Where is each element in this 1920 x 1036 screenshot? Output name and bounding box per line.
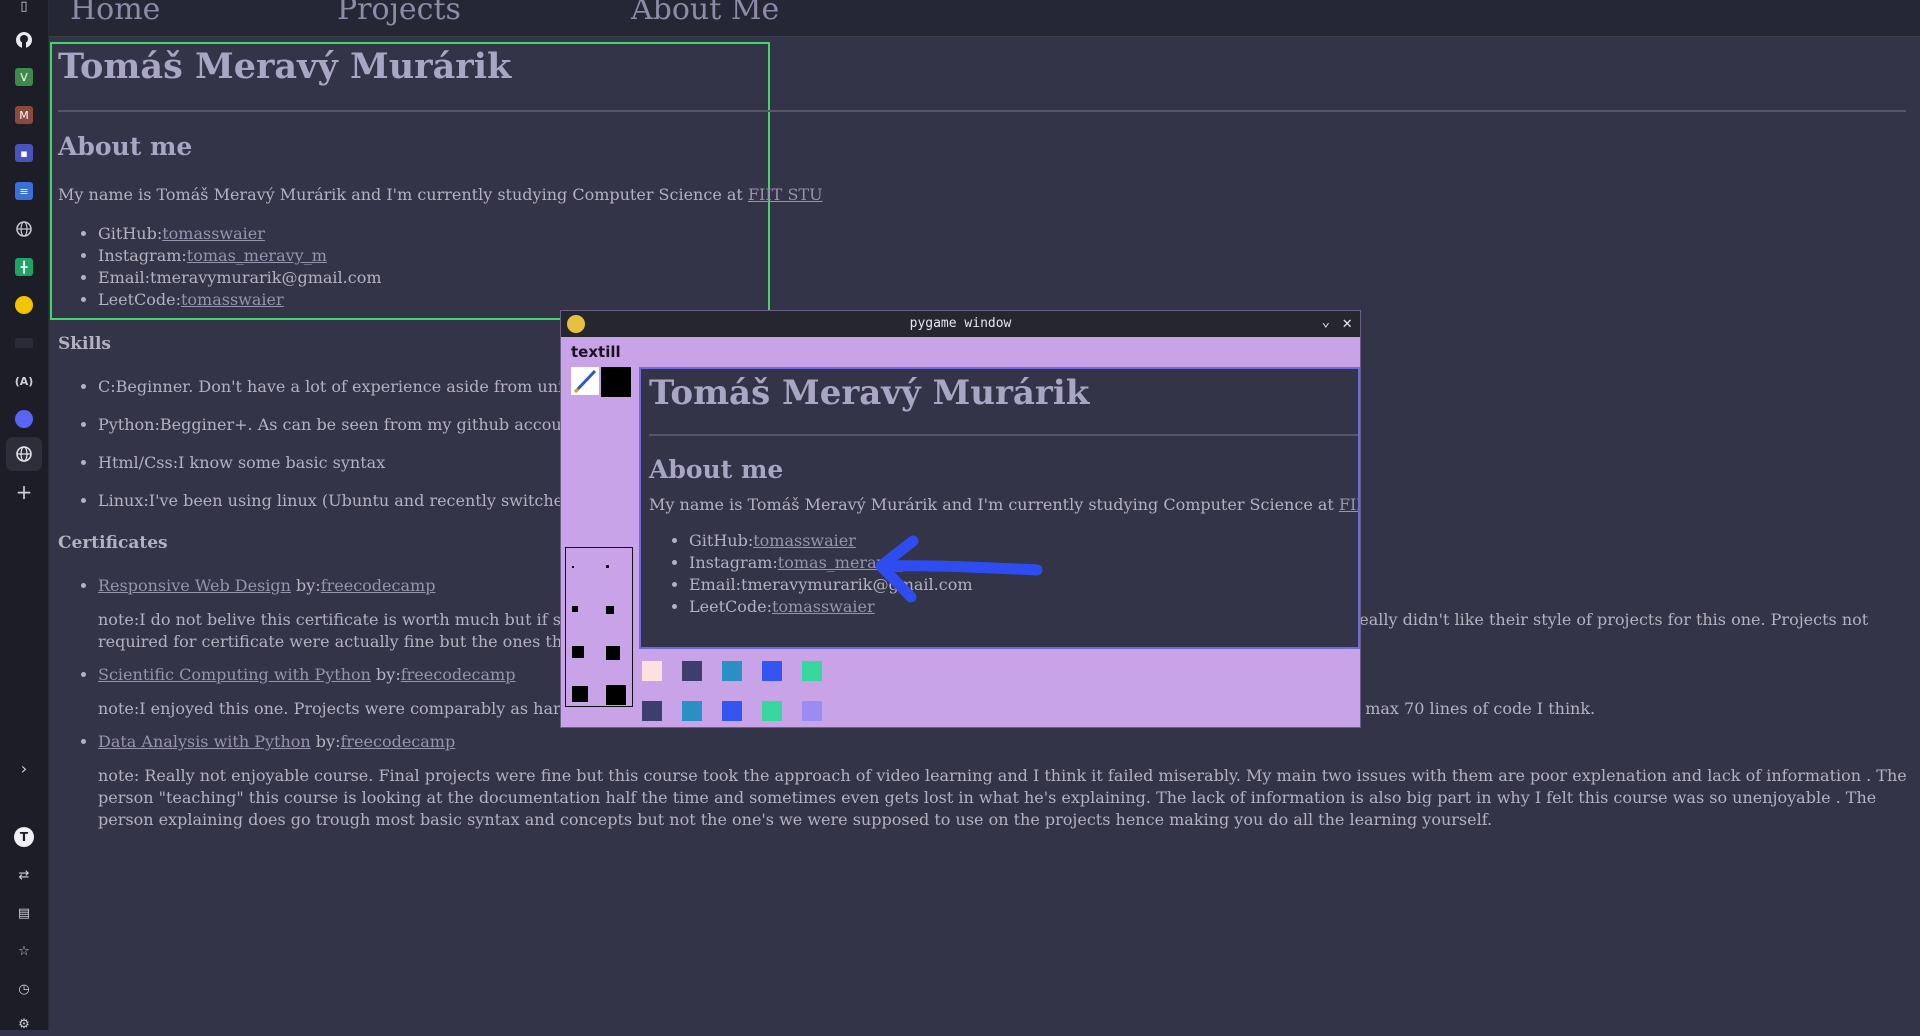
brush-size-2[interactable] [606,565,609,568]
contact-instagram: Instagram:tomas_meravy_m [98,245,382,267]
issuer-link[interactable]: freecodecamp [321,576,436,595]
v-app-icon[interactable]: V [12,65,36,89]
divider [58,110,1906,112]
m-app-letter: M [15,106,33,124]
settings-icon[interactable]: ⚙ [12,1012,36,1036]
about-heading: About me [58,132,193,161]
history-icon[interactable]: ◷ [12,977,36,1001]
palette-swatch-blue-2[interactable] [722,701,742,721]
v-app-letter: V [15,68,33,86]
star-icon[interactable]: ☆ [12,939,36,963]
globe-active-icon[interactable] [12,442,36,466]
nav-projects[interactable]: Projects [337,0,461,27]
profile-letter: T [14,827,34,847]
teams-icon[interactable]: ▪ [12,141,36,165]
swap-icon[interactable]: ⇄ [12,863,36,887]
cert-link[interactable]: Responsive Web Design [98,576,291,595]
github-link[interactable]: tomasswaier [162,224,265,243]
discord-icon[interactable] [12,407,36,431]
expand-icon[interactable]: › [12,756,36,780]
page-title: Tomáš Meravý Murárik [58,46,512,87]
arrow-drawing [875,535,1043,603]
brush-size-panel[interactable] [565,547,633,707]
brush-size-7[interactable] [572,686,588,702]
window-titlebar[interactable]: pygame window ⌄ ✕ [561,311,1360,337]
skill-c: C:Beginner. Don't have a lot of experien… [98,377,603,396]
browser-menu-icon[interactable]: ▯ [12,0,36,18]
window-title: pygame window [909,316,1012,331]
plus-icon[interactable]: + [12,480,36,504]
contact-email: Email:tmeravymurarik@gmail.com [98,267,382,289]
drawing-canvas[interactable]: Tomáš Meravý Murárik About me My name is… [639,367,1360,649]
fiit-stu-link[interactable]: FIIT STU [748,185,823,204]
palette-swatch-lavender[interactable] [802,701,822,721]
palette-swatch-pink[interactable] [642,661,662,681]
palette-swatch-green[interactable] [802,661,822,681]
app-name: textill [571,343,621,361]
cert-data-analysis: Data Analysis with Python by:freecodecam… [98,732,1908,831]
issuer-link[interactable]: freecodecamp [340,732,455,751]
skill-linux: Linux:I've been using linux (Ubuntu and … [98,491,603,510]
ai-icon[interactable]: (A) [12,369,36,393]
minimize-icon[interactable]: ⌄ [1322,314,1330,330]
palette-swatch-navy-2[interactable] [642,701,662,721]
nav-home[interactable]: Home [70,0,160,27]
pen-tool-icon[interactable] [571,367,599,395]
brush-size-8[interactable] [606,685,626,705]
palette-swatch-green-2[interactable] [762,701,782,721]
brush-size-3[interactable] [572,606,578,612]
close-icon[interactable]: ✕ [1342,313,1352,332]
issuer-link[interactable]: freecodecamp [401,665,516,684]
contact-github: GitHub:tomasswaier [98,223,382,245]
brush-size-5[interactable] [572,646,584,658]
palette-swatch-blue[interactable] [762,661,782,681]
browser-sidebar: ▯ V M ▪ ≡ ╋ (A) + › T ⇄ ▤ ☆ ◷ ⚙ [0,0,49,1032]
skills-list: C:Beginner. Don't have a lot of experien… [58,377,603,529]
top-nav: Home Projects About Me [49,0,1920,37]
contact-leetcode: LeetCode:tomasswaier [98,289,382,311]
palette-swatch-navy[interactable] [682,661,702,681]
skills-heading: Skills [58,334,112,354]
certificates-heading: Certificates [58,533,168,553]
dark-app-icon[interactable] [12,331,36,355]
about-text: My name is Tomáš Meravý Murárik and I'm … [58,185,823,204]
palette-swatch-teal-2[interactable] [682,701,702,721]
sidebar-toggle-icon[interactable]: ▤ [12,901,36,925]
brush-size-1[interactable] [572,566,574,568]
brush-size-6[interactable] [606,646,620,660]
skill-html-css: Html/Css:I know some basic syntax [98,453,603,472]
globe-icon[interactable] [12,217,36,241]
contact-list: GitHub:tomasswaier Instagram:tomas_merav… [58,223,382,311]
fill-tool-button[interactable] [601,367,631,397]
yellow-circle-icon[interactable] [12,293,36,317]
docs-icon[interactable]: ≡ [12,179,36,203]
cert-link[interactable]: Data Analysis with Python [98,732,311,751]
github-icon[interactable] [12,28,36,52]
leetcode-link[interactable]: tomasswaier [181,290,284,309]
sheets-icon[interactable]: ╋ [12,255,36,279]
skill-python: Python:Begginer+. As can be seen from my… [98,415,603,434]
brush-size-4[interactable] [606,606,614,614]
palette-swatch-teal[interactable] [722,661,742,681]
nav-about-me[interactable]: About Me [631,0,779,27]
cert-note: note: Really not enjoyable course. Final… [98,766,1907,829]
cert-link[interactable]: Scientific Computing with Python [98,665,371,684]
instagram-link[interactable]: tomas_meravy_m [187,246,327,265]
m-app-icon[interactable]: M [12,103,36,127]
profile-icon[interactable]: T [12,825,36,849]
pygame-window[interactable]: pygame window ⌄ ✕ textill Tomáš Meravý M… [560,310,1361,728]
